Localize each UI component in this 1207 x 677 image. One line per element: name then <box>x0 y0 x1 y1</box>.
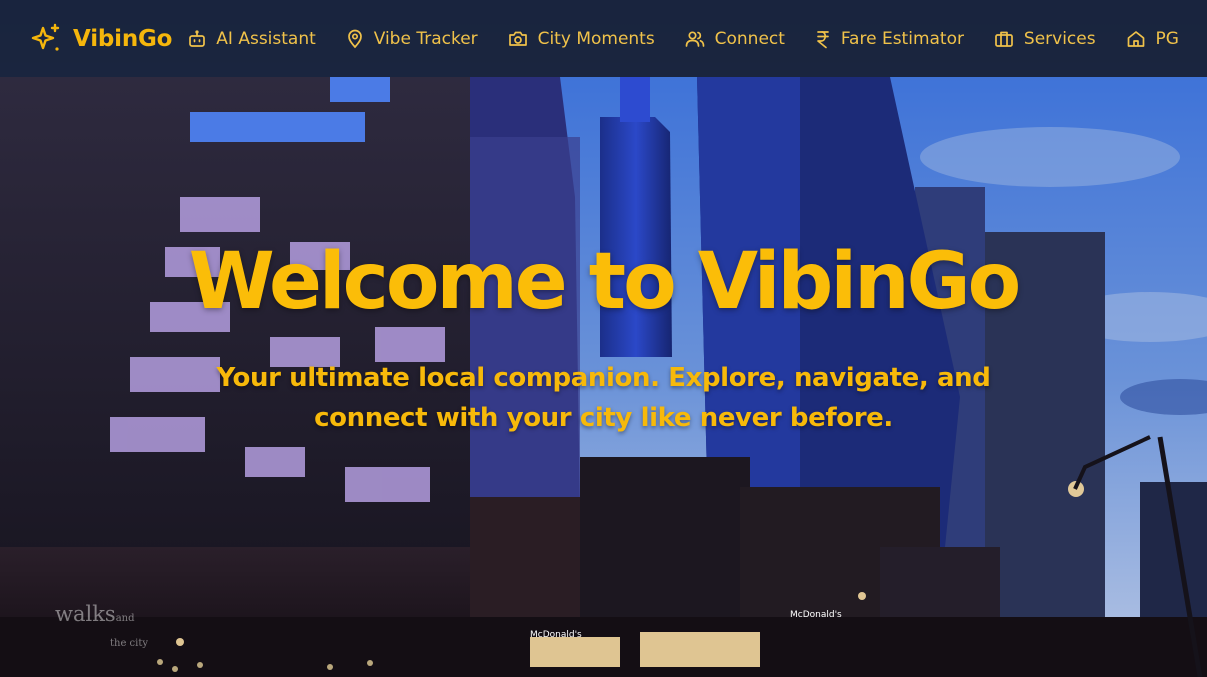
bot-icon <box>188 29 206 48</box>
storefront-sign: McDonald's <box>530 630 582 640</box>
nav-item-fare-estimator[interactable]: Fare Estimator <box>815 29 964 49</box>
nav-label: Connect <box>714 28 785 49</box>
nav-label: Services <box>1023 28 1096 49</box>
rupee-icon <box>815 29 831 49</box>
brand-logo[interactable]: VibinGo <box>29 22 172 56</box>
nav-item-ai-assistant[interactable]: AI Assistant <box>188 29 316 49</box>
nav-label: AI Assistant <box>216 28 316 49</box>
hero-subtitle: Your ultimate local companion. Explore, … <box>216 362 991 433</box>
navbar: VibinGo AI Assistant Vibe Tracker City M… <box>0 0 1207 77</box>
watermark-text-small: and <box>115 613 135 624</box>
hero-title: Welcome to VibinGo <box>188 237 1022 327</box>
nav-item-vibe-tracker[interactable]: Vibe Tracker <box>346 29 478 49</box>
nav-item-connect[interactable]: Connect <box>685 29 785 49</box>
briefcase-icon <box>994 30 1014 48</box>
brand-name: VibinGo <box>73 25 173 52</box>
watermark-text: walks <box>55 602 116 626</box>
nav-label: City Moments <box>537 28 655 49</box>
video-watermark: walksand the city <box>55 604 148 654</box>
users-icon <box>685 30 705 48</box>
nav-item-city-moments[interactable]: City Moments <box>508 29 655 49</box>
nav-item-pg[interactable]: PG <box>1126 29 1179 49</box>
home-icon <box>1126 30 1146 48</box>
nav-menu: AI Assistant Vibe Tracker City Moments C… <box>188 29 1179 49</box>
hero-section: Welcome to VibinGo Your ultimate local c… <box>0 237 1207 438</box>
watermark-text-line2: the city <box>110 638 149 649</box>
sparkles-icon <box>29 22 63 56</box>
nav-label: Fare Estimator <box>840 28 964 49</box>
page: McDonald's McDonald's VibinGo AI Assista… <box>0 0 1207 677</box>
nav-label: Vibe Tracker <box>373 28 478 49</box>
nav-item-services[interactable]: Services <box>994 29 1096 49</box>
map-pin-icon <box>346 29 364 49</box>
nav-label: PG <box>1155 28 1179 49</box>
storefront-sign: McDonald's <box>790 610 842 620</box>
camera-icon <box>508 30 528 48</box>
